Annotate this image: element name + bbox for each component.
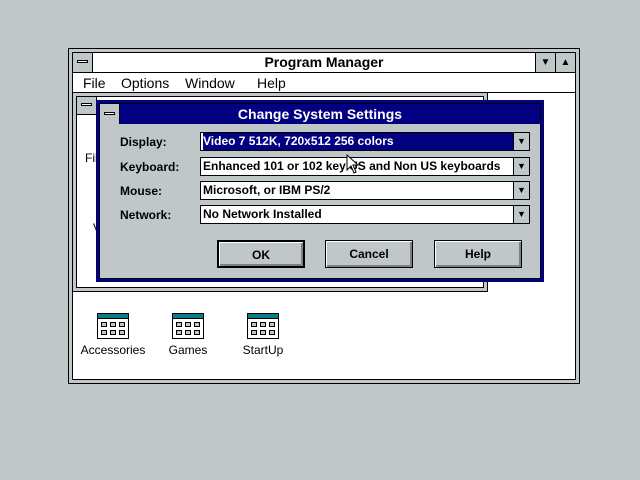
mouse-label: Mouse: — [120, 184, 162, 198]
program-manager-titlebar[interactable]: Program Manager ▼ ▲ — [73, 53, 575, 73]
dialog-body: Change System Settings Display: Video 7 … — [99, 103, 541, 279]
program-group-icon — [97, 313, 129, 339]
system-menu-icon[interactable] — [100, 104, 120, 124]
menu-help[interactable]: Help — [257, 73, 286, 93]
mouse-combo[interactable]: Microsoft, or IBM PS/2 ▼ — [200, 181, 530, 200]
display-label: Display: — [120, 135, 167, 149]
menu-file[interactable]: File — [83, 73, 106, 93]
system-menu-icon[interactable] — [73, 53, 93, 72]
dropdown-arrow-icon[interactable]: ▼ — [513, 133, 529, 150]
dropdown-arrow-icon[interactable]: ▼ — [513, 182, 529, 199]
help-button[interactable]: Help — [434, 240, 522, 268]
menu-bar: File Options Window Help — [73, 73, 575, 93]
ok-button[interactable]: OK — [217, 240, 305, 268]
group-startup[interactable]: StartUp — [228, 313, 298, 357]
system-menu-icon[interactable] — [77, 97, 97, 114]
group-games[interactable]: Games — [153, 313, 223, 357]
network-combo[interactable]: No Network Installed ▼ — [200, 205, 530, 224]
display-combo[interactable]: Video 7 512K, 720x512 256 colors ▼ — [200, 132, 530, 151]
menu-options[interactable]: Options — [121, 73, 169, 93]
icon-label: Games — [168, 343, 208, 357]
dropdown-arrow-icon[interactable]: ▼ — [513, 206, 529, 223]
icon-label: StartUp — [242, 343, 284, 357]
cancel-button[interactable]: Cancel — [325, 240, 413, 268]
icon-label: Accessories — [80, 343, 146, 357]
program-group-icon — [247, 313, 279, 339]
keyboard-combo[interactable]: Enhanced 101 or 102 key US and Non US ke… — [200, 157, 530, 176]
display-value: Video 7 512K, 720x512 256 colors — [203, 133, 515, 150]
dialog-title: Change System Settings — [237, 106, 403, 122]
window-title: Program Manager — [264, 54, 384, 70]
minimize-arrow-icon[interactable]: ▼ — [535, 53, 555, 72]
keyboard-label: Keyboard: — [120, 160, 180, 174]
mouse-value: Microsoft, or IBM PS/2 — [203, 183, 331, 197]
network-value: No Network Installed — [203, 207, 322, 221]
program-group-icon — [172, 313, 204, 339]
dropdown-arrow-icon[interactable]: ▼ — [513, 158, 529, 175]
group-accessories[interactable]: Accessories — [78, 313, 148, 357]
dialog-titlebar[interactable]: Change System Settings — [100, 104, 540, 124]
menu-window[interactable]: Window — [185, 73, 235, 93]
maximize-arrow-icon[interactable]: ▲ — [555, 53, 575, 72]
network-label: Network: — [120, 208, 172, 222]
mouse-pointer-icon — [346, 154, 360, 174]
change-system-settings-dialog: Change System Settings Display: Video 7 … — [96, 100, 544, 282]
